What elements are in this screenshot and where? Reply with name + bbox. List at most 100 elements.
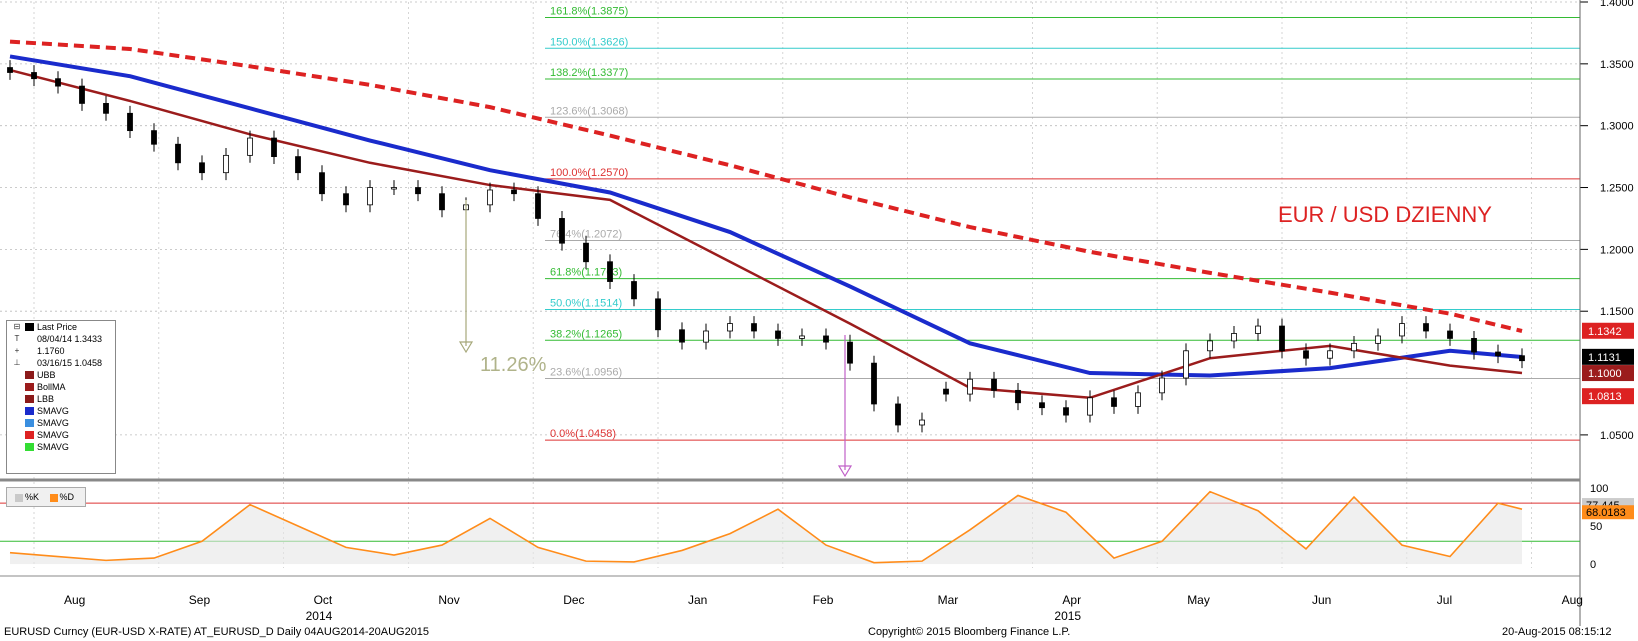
candle	[343, 193, 349, 206]
candle	[703, 330, 709, 343]
fib-label: 138.2%(1.3377)	[550, 67, 628, 79]
stochastic-axis: 10050077.44568.0183	[1582, 483, 1634, 571]
legend-item: BollMA	[7, 381, 115, 393]
main-grid	[0, 1, 1580, 568]
candle	[535, 193, 541, 219]
month-label: Aug	[1562, 593, 1583, 607]
candle	[559, 218, 565, 244]
candle	[1519, 355, 1525, 362]
month-label: Mar	[938, 593, 959, 607]
candle	[847, 341, 853, 364]
candle	[103, 103, 109, 114]
candle	[1255, 325, 1261, 334]
candle	[919, 419, 925, 426]
candle	[1327, 350, 1333, 359]
fib-label: 161.8%(1.3875)	[550, 5, 628, 17]
candle	[1279, 325, 1285, 352]
candle	[871, 362, 877, 405]
candle	[1351, 342, 1357, 352]
legend-swatch	[25, 395, 34, 403]
stoch-tick-label: 50	[1590, 521, 1602, 533]
candle	[1399, 323, 1405, 337]
time-axis: Aug Sep Oct Nov Dec Jan Feb Mar Apr May Jun Jul Aug 2…	[0, 575, 1583, 623]
month-label: Feb	[813, 593, 834, 607]
legend-item: SMAVG	[7, 417, 115, 429]
candle	[1231, 333, 1237, 342]
price-tick-label: 1.2500	[1600, 183, 1634, 195]
price-tick-label: 1.4000	[1600, 0, 1634, 9]
legend-label: LBB	[37, 394, 55, 404]
candle	[367, 187, 373, 206]
legend-label: 08/04/14 1.3433	[37, 334, 103, 344]
legend-item: LBB	[7, 393, 115, 405]
candle	[1183, 350, 1189, 379]
month-label: May	[1187, 593, 1210, 607]
candle	[775, 330, 781, 339]
legend-label: Last Price	[37, 322, 78, 332]
candle	[7, 67, 13, 73]
stoch-k-fill	[10, 491, 1522, 565]
price-tags: 1.1342 1.1131 1.1000 1.0813	[1582, 322, 1634, 405]
legend-label: BollMA	[37, 382, 66, 392]
stoch-tick-label: 0	[1590, 559, 1596, 571]
price-tick-label: 1.0500	[1600, 430, 1634, 442]
candle	[631, 281, 637, 300]
candle	[1063, 407, 1069, 416]
legend-label: SMAVG	[37, 406, 69, 416]
candle	[1039, 402, 1045, 409]
candle	[1087, 397, 1093, 416]
month-label: Jul	[1437, 593, 1452, 607]
candle	[895, 403, 901, 426]
legend-item: T 08/04/14 1.3433	[7, 333, 115, 345]
candle	[223, 154, 229, 174]
candle	[391, 187, 397, 190]
candle	[271, 137, 277, 158]
month-label: Sep	[189, 593, 211, 607]
fib-label: 100.0%(1.2570)	[550, 167, 628, 179]
candle	[415, 187, 421, 195]
candle	[727, 323, 733, 332]
legend-label: 03/16/15 1.0458	[37, 358, 103, 368]
chart-title: EUR / USD DZIENNY	[1278, 202, 1492, 227]
stoch-value-label: 68.0183	[1586, 507, 1626, 519]
stochastic-k-area	[10, 491, 1522, 565]
candle	[823, 335, 829, 343]
candle	[1207, 340, 1213, 352]
legend-label: 1.1760	[37, 346, 65, 356]
price-tick-label: 1.2000	[1600, 244, 1634, 256]
candle	[487, 189, 493, 206]
month-label: Jan	[688, 593, 707, 607]
month-label: Jun	[1312, 593, 1331, 607]
legend-swatch	[25, 407, 34, 415]
candle	[1303, 350, 1309, 359]
candle	[1159, 377, 1165, 394]
month-label: Aug	[64, 593, 85, 607]
legend-label: SMAVG	[37, 430, 69, 440]
candle	[1111, 397, 1117, 407]
candle	[1447, 330, 1453, 339]
legend-swatch	[25, 443, 34, 451]
legend-swatch	[25, 383, 34, 391]
legend-item: SMAVG	[7, 429, 115, 441]
candle	[679, 329, 685, 343]
candle	[1135, 392, 1141, 407]
candle	[1495, 351, 1501, 357]
k-label: %K	[25, 492, 40, 502]
ma-line	[9, 39, 1523, 333]
fib-label: 23.6%(1.0956)	[550, 366, 622, 378]
candle	[1471, 338, 1477, 353]
legend-label: SMAVG	[37, 442, 69, 452]
year-label: 2014	[306, 609, 333, 623]
candle	[751, 323, 757, 332]
fib-label: 50.0%(1.1514)	[550, 297, 622, 309]
k-swatch	[15, 493, 23, 502]
legend-item: ⊥ 03/16/15 1.0458	[7, 357, 115, 369]
fib-label: 38.2%(1.1265)	[550, 328, 622, 340]
legend-sign: ⊟	[13, 322, 21, 331]
candle	[247, 137, 253, 156]
d-swatch	[49, 493, 58, 502]
year-label: 2015	[1054, 609, 1081, 623]
price-tag-label: 1.1000	[1588, 368, 1622, 380]
fib-label: 123.6%(1.3068)	[550, 105, 628, 117]
footer: EURUSD Curncy (EUR-USD X-RATE) AT_EURUSD…	[0, 626, 1638, 641]
